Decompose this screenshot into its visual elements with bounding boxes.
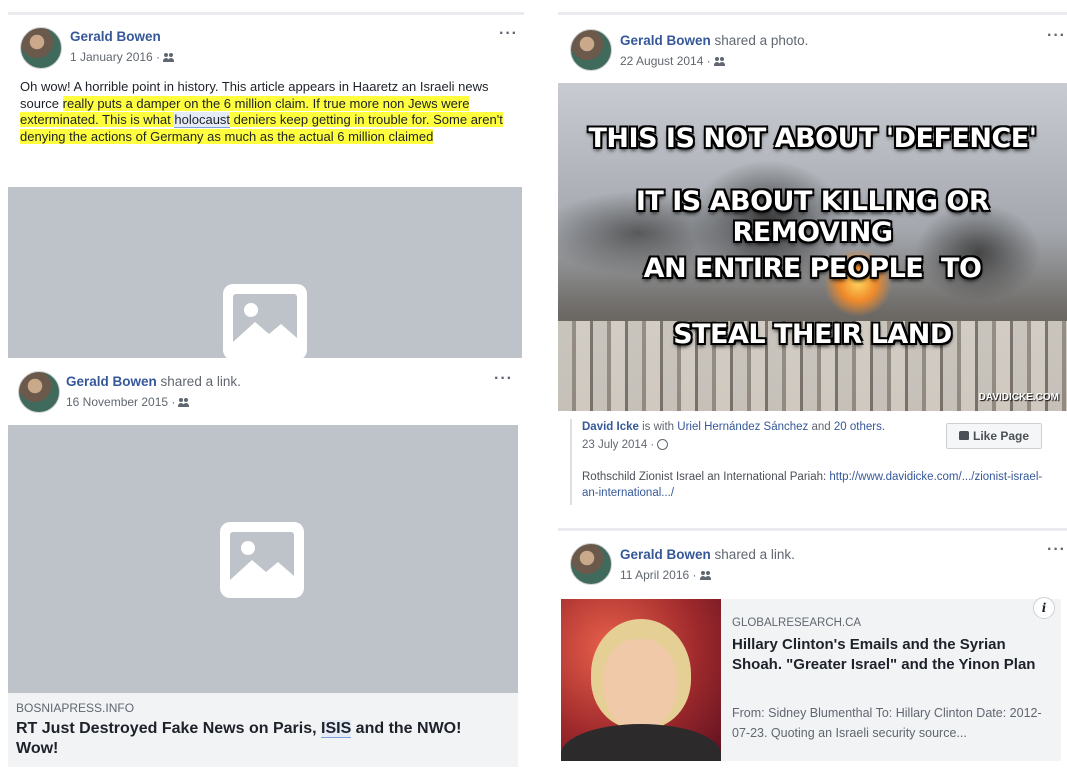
meme-line-4: STEAL THEIR LAND <box>673 319 952 350</box>
author-name-text[interactable]: Gerald Bowen <box>620 547 711 562</box>
post-date-text[interactable]: 1 January 2016 · <box>70 50 160 64</box>
post-date-text[interactable]: 16 November 2015 · <box>66 395 175 409</box>
hashtag-link[interactable]: ISIS <box>321 720 352 738</box>
shared-text-body: Rothschild Zionist Israel an Internation… <box>582 471 830 483</box>
post-2: Gerald Bowen shared a link. 16 November … <box>8 358 524 767</box>
like-page-button[interactable]: Like Page <box>946 423 1042 449</box>
author-name[interactable]: Gerald Bowen shared a photo. <box>620 33 808 48</box>
link-image-placeholder[interactable] <box>8 425 518 693</box>
more-options-icon[interactable]: ··· <box>1047 541 1066 559</box>
shared-photo[interactable]: THIS IS NOT ABOUT 'DEFENCE' IT IS ABOUT … <box>558 83 1067 411</box>
portrait-shoulders <box>561 724 721 761</box>
more-options-icon[interactable]: ··· <box>494 370 513 388</box>
post-date[interactable]: 11 April 2016 · <box>620 568 712 582</box>
shared-text: Rothschild Zionist Israel an Internation… <box>582 469 1052 501</box>
link-source: BOSNIAPRESS.INFO <box>16 701 135 715</box>
post-action: shared a photo. <box>714 33 809 48</box>
avatar[interactable] <box>20 27 62 69</box>
like-page-label: Like Page <box>972 429 1030 443</box>
more-options-icon[interactable]: ··· <box>499 25 518 43</box>
link-thumbnail[interactable] <box>561 599 721 761</box>
image-placeholder-icon <box>223 284 307 360</box>
post-date[interactable]: 1 January 2016 · <box>70 50 175 64</box>
link-preview-body[interactable]: GLOBALRESEARCH.CA Hillary Clinton's Emai… <box>721 597 1061 761</box>
watermark: DAVIDICKE.COM <box>978 392 1059 403</box>
shared-with-text: is with <box>642 421 675 433</box>
link-title[interactable]: Hillary Clinton's Emails and the Syrian … <box>732 635 1050 675</box>
author-name[interactable]: Gerald Bowen shared a link. <box>620 547 795 562</box>
post-date-text[interactable]: 22 August 2014 · <box>620 54 711 68</box>
post-3: Gerald Bowen shared a photo. 22 August 2… <box>558 12 1067 523</box>
portrait-face <box>603 639 677 731</box>
post-date[interactable]: 16 November 2015 · <box>66 395 190 409</box>
shared-date-text[interactable]: 23 July 2014 · <box>582 439 654 451</box>
post-action: shared a link. <box>714 547 795 562</box>
friends-audience-icon[interactable] <box>178 398 190 408</box>
post-action: shared a link. <box>160 374 241 389</box>
shared-post: David Icke is with Uriel Hernández Sánch… <box>570 419 1062 505</box>
author-name-text[interactable]: Gerald Bowen <box>620 33 711 48</box>
friends-audience-icon[interactable] <box>163 53 175 63</box>
meme-line-1: THIS IS NOT ABOUT 'DEFENCE' <box>588 123 1037 154</box>
friends-audience-icon[interactable] <box>713 57 726 67</box>
shared-date[interactable]: 23 July 2014 · <box>582 439 669 451</box>
post-date-text[interactable]: 11 April 2016 · <box>620 568 697 582</box>
avatar[interactable] <box>570 29 612 71</box>
author-name[interactable]: Gerald Bowen shared a link. <box>66 374 241 389</box>
tagged-person[interactable]: Uriel Hernández Sánchez <box>677 421 808 433</box>
info-icon[interactable]: i <box>1033 597 1055 619</box>
avatar[interactable] <box>570 543 612 585</box>
shared-header: David Icke is with Uriel Hernández Sánch… <box>582 421 885 433</box>
meme-line-2: IT IS ABOUT KILLING OR REMOVING <box>635 186 990 248</box>
shared-and-text: and <box>811 421 831 433</box>
avatar[interactable] <box>18 371 60 413</box>
friends-audience-icon[interactable] <box>699 571 712 581</box>
author-name-text[interactable]: Gerald Bowen <box>66 374 157 389</box>
public-globe-icon[interactable] <box>657 439 669 451</box>
post-1: Gerald Bowen 1 January 2016 · ··· Oh wow… <box>8 12 524 361</box>
link-source: GLOBALRESEARCH.CA <box>732 617 862 629</box>
author-name[interactable]: Gerald Bowen <box>70 29 161 44</box>
link-title-part1[interactable]: RT Just Destroyed Fake News on Paris, <box>16 720 321 737</box>
hashtag-link[interactable]: holocaust <box>174 112 231 128</box>
post-4: Gerald Bowen shared a link. 11 April 201… <box>558 528 1067 770</box>
link-description: From: Sidney Blumenthal To: Hillary Clin… <box>732 706 1042 740</box>
thumbs-up-icon <box>958 431 969 441</box>
shared-author[interactable]: David Icke <box>582 421 639 433</box>
tagged-others[interactable]: 20 others. <box>834 421 885 433</box>
post-date[interactable]: 22 August 2014 · <box>620 54 726 68</box>
link-title[interactable]: RT Just Destroyed Fake News on Paris, IS… <box>16 719 506 759</box>
link-preview-footer[interactable]: BOSNIAPRESS.INFO RT Just Destroyed Fake … <box>8 693 518 767</box>
post-text: Oh wow! A horrible point in history. Thi… <box>20 79 516 145</box>
more-options-icon[interactable]: ··· <box>1047 27 1066 45</box>
meme-line-3: AN ENTIRE PEOPLE TO <box>643 253 982 284</box>
link-image-placeholder[interactable] <box>8 187 522 361</box>
image-placeholder-icon <box>220 522 304 598</box>
